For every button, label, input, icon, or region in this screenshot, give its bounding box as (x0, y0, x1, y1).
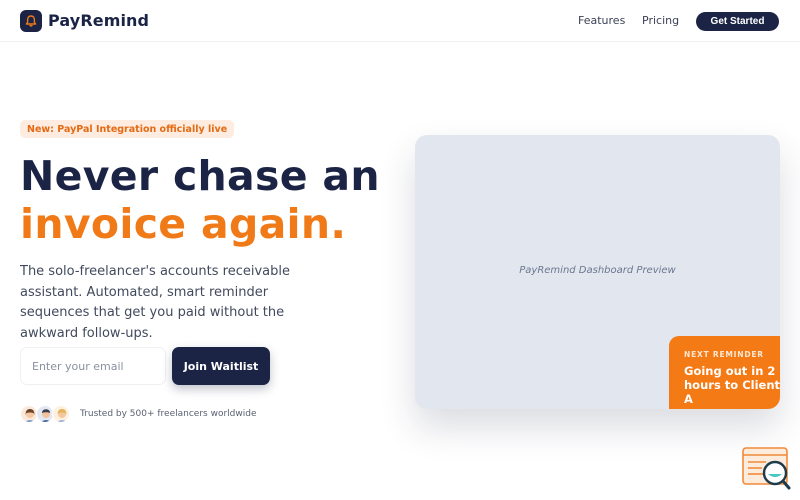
nav-link-features[interactable]: Features (578, 14, 625, 27)
join-waitlist-button[interactable]: Join Waitlist (172, 347, 270, 385)
woman-avatar-icon (52, 405, 70, 423)
brand-name[interactable]: PayRemind (48, 11, 149, 30)
search-widget-icon[interactable] (742, 447, 792, 491)
dashboard-preview: PayRemind Dashboard Preview NEXT REMINDE… (415, 135, 780, 409)
headline-line-2: invoice again. (20, 200, 347, 248)
bell-icon[interactable] (20, 10, 42, 32)
preview-label: PayRemind Dashboard Preview (519, 265, 676, 276)
avatar-group (20, 405, 72, 425)
headline-line-1: Never chase an (20, 152, 380, 200)
trusted-text: Trusted by 500+ freelancers worldwide (80, 409, 257, 419)
get-started-button[interactable]: Get Started (696, 12, 779, 31)
next-reminder-card: NEXT REMINDER Going out in 2 hours to Cl… (669, 336, 780, 409)
announcement-badge: New: PayPal Integration officially live (20, 120, 235, 138)
reminder-kicker: NEXT REMINDER (684, 350, 764, 359)
top-nav: PayRemind Features Pricing Get Started (0, 0, 800, 42)
email-input[interactable] (20, 347, 166, 385)
nav-link-pricing[interactable]: Pricing (642, 14, 679, 27)
hero-description: The solo-freelancer's accounts receivabl… (20, 264, 290, 341)
reminder-text: Going out in 2 hours to Client A (684, 364, 780, 406)
